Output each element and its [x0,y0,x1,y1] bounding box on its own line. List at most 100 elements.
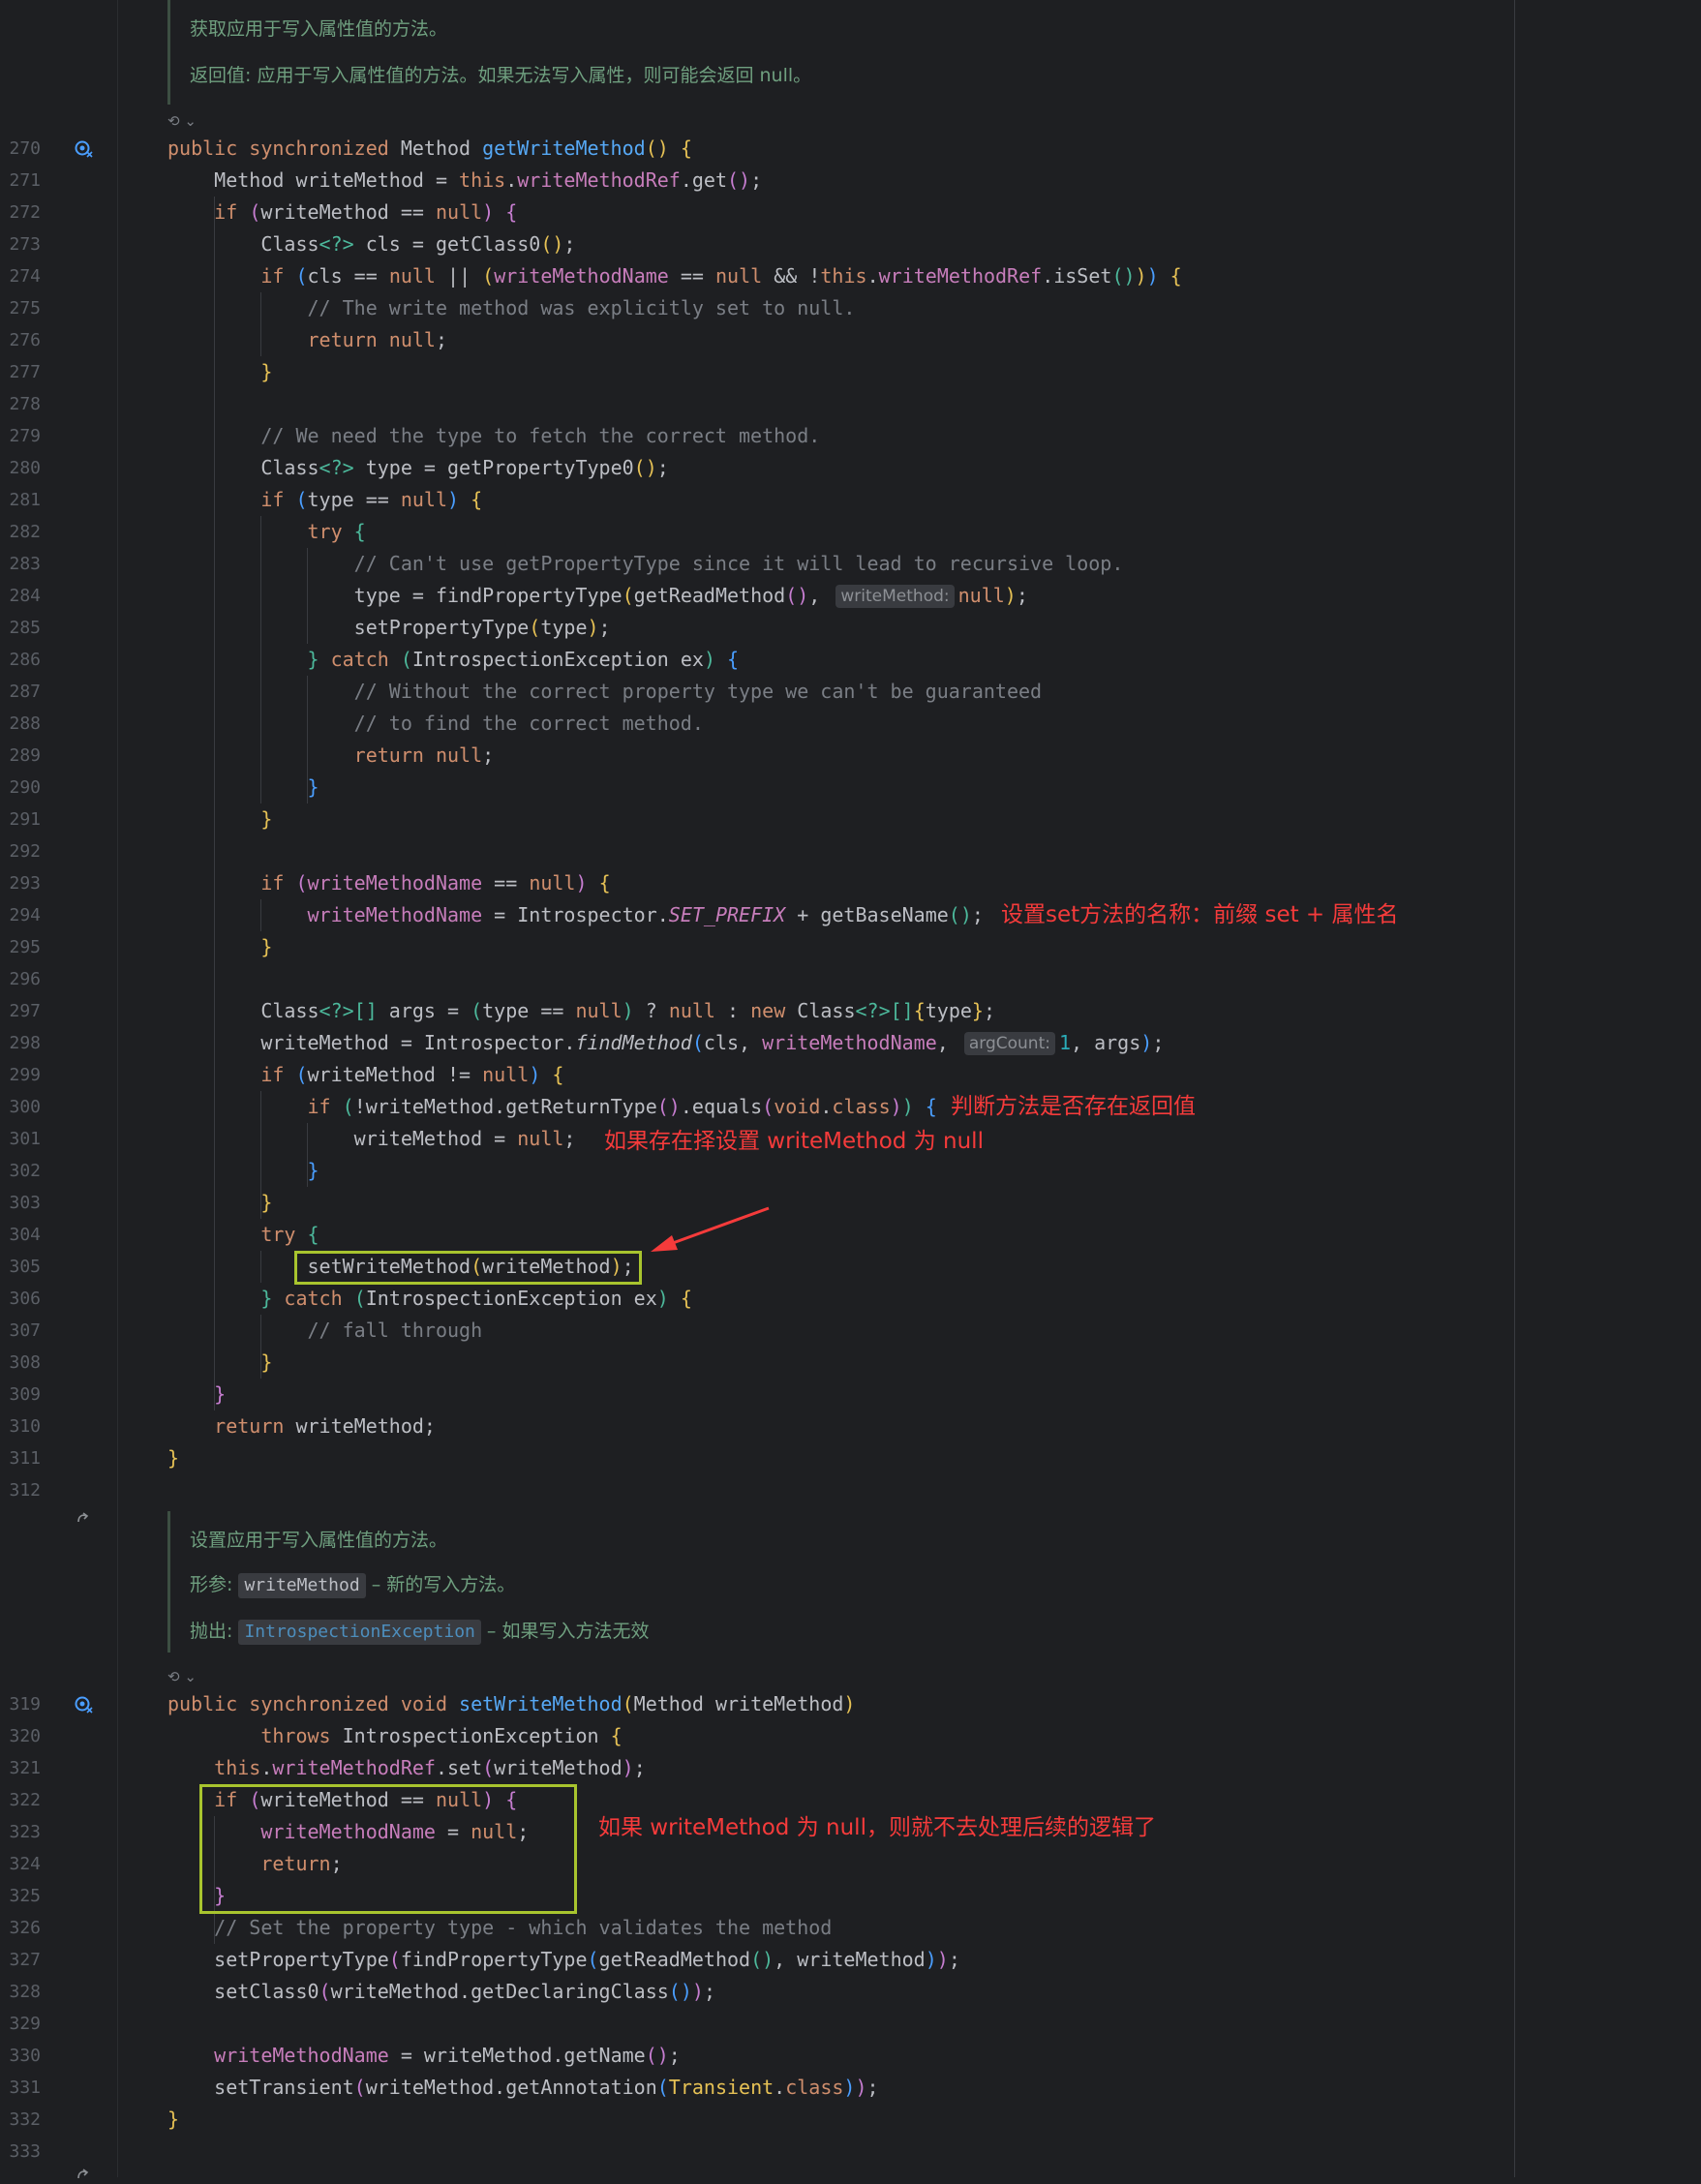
line-number: 326 [9,1918,41,1938]
doc-throws-link[interactable]: IntrospectionException [238,1620,481,1645]
code-line-290[interactable]: } [167,772,319,804]
line-number: 327 [9,1950,41,1970]
code-line-275[interactable]: // The write method was explicitly set t… [167,292,856,324]
code-line-295[interactable]: } [167,931,272,963]
code-line-271[interactable]: Method writeMethod = this.writeMethodRef… [167,165,762,197]
code-line-277[interactable]: } [167,356,272,388]
code-line-326[interactable]: // Set the property type - which validat… [167,1912,832,1944]
code-line-303[interactable]: } [167,1187,272,1219]
line-number: 278 [9,394,41,414]
code-line-308[interactable]: } [167,1347,272,1379]
annotation-set-null: 如果存在择设置 writeMethod 为 null [604,1129,984,1154]
code-line-330[interactable]: writeMethodName = writeMethod.getName(); [167,2040,681,2072]
code-line-270[interactable]: public synchronized Method getWriteMetho… [167,133,692,165]
line-number: 275 [9,298,41,318]
line-number: 312 [9,1480,41,1501]
doc-toggle-icon[interactable]: ⟲ ⌄ [167,111,197,131]
line-number: 301 [9,1129,41,1149]
line-number: 281 [9,490,41,510]
code-line-288[interactable]: // to find the correct method. [167,708,704,740]
code-line-307[interactable]: // fall through [167,1315,483,1347]
code-line-284[interactable]: type = findPropertyType(getReadMethod(),… [167,580,1028,612]
code-line-299[interactable]: if (writeMethod != null) { [167,1059,563,1091]
bookmark-icon[interactable] [74,2165,93,2184]
doc-param: 形参: writeMethod – 新的写入方法。 [190,1571,515,1598]
code-line-332[interactable]: } [167,2104,179,2136]
code-line-320[interactable]: throws IntrospectionException { [167,1720,622,1752]
line-number: 271 [9,170,41,191]
doc-comment-bar [167,0,170,105]
line-number: 331 [9,2078,41,2098]
line-number: 328 [9,1982,41,2002]
code-line-310[interactable]: return writeMethod; [167,1410,436,1442]
code-line-301[interactable]: writeMethod = null; [167,1123,576,1155]
code-line-302[interactable]: } [167,1155,319,1187]
line-number: 305 [9,1257,41,1277]
line-number: 290 [9,777,41,798]
overrides-method-icon[interactable] [74,1695,93,1714]
code-line-331[interactable]: setTransient(writeMethod.getAnnotation(T… [167,2072,878,2104]
code-line-293[interactable]: if (writeMethodName == null) { [167,867,610,899]
line-number: 273 [9,234,41,255]
code-line-281[interactable]: if (type == null) { [167,484,482,516]
line-number: 287 [9,682,41,702]
code-line-279[interactable]: // We need the type to fetch the correct… [167,420,820,452]
code-line-289[interactable]: return null; [167,740,495,772]
line-number: 306 [9,1289,41,1309]
line-number: 311 [9,1448,41,1469]
bookmark-icon[interactable] [74,1508,93,1528]
line-number: 274 [9,266,41,287]
code-line-309[interactable]: } [167,1379,226,1410]
code-line-276[interactable]: return null; [167,324,448,356]
highlight-box-set-write-method [294,1251,642,1285]
line-number: 296 [9,969,41,989]
doc-toggle-icon[interactable]: ⟲ ⌄ [167,1667,197,1686]
code-line-321[interactable]: this.writeMethodRef.set(writeMethod); [167,1752,646,1784]
code-line-306[interactable]: } catch (IntrospectionException ex) { [167,1283,692,1315]
doc-param-label: 形参: [190,1574,233,1595]
code-line-327[interactable]: setPropertyType(findPropertyType(getRead… [167,1944,960,1976]
code-line-280[interactable]: Class<?> type = getPropertyType0(); [167,452,668,484]
line-number: 295 [9,937,41,957]
code-line-272[interactable]: if (writeMethod == null) { [167,197,517,228]
code-line-294[interactable]: writeMethodName = Introspector.SET_PREFI… [167,899,984,931]
line-number: 293 [9,873,41,894]
code-line-297[interactable]: Class<?>[] args = (type == null) ? null … [167,995,995,1027]
annotation-return-check: 判断方法是否存在返回值 [951,1094,1196,1119]
code-line-328[interactable]: setClass0(writeMethod.getDeclaringClass(… [167,1976,715,2008]
code-line-319[interactable]: public synchronized void setWriteMethod(… [167,1688,855,1720]
line-number: 285 [9,618,41,638]
doc-param-desc: – 新的写入方法。 [371,1574,516,1595]
code-line-304[interactable]: try { [167,1219,319,1251]
line-number: 297 [9,1001,41,1021]
code-line-298[interactable]: writeMethod = Introspector.findMethod(cl… [167,1027,1164,1059]
code-editor[interactable]: 获取应用于写入属性值的方法。 返回值: 应用于写入属性值的方法。如果无法写入属性… [0,0,1701,2179]
line-number: 332 [9,2109,41,2130]
line-number: 279 [9,426,41,446]
code-line-282[interactable]: try { [167,516,366,548]
line-number: 330 [9,2046,41,2066]
code-line-300[interactable]: if (!writeMethod.getReturnType().equals(… [167,1091,937,1123]
code-line-283[interactable]: // Can't use getPropertyType since it wi… [167,548,1124,580]
line-number: 323 [9,1822,41,1842]
line-number: 289 [9,745,41,766]
gutter-divider [117,0,118,2177]
line-number: 299 [9,1065,41,1085]
code-line-291[interactable]: } [167,804,272,835]
code-line-273[interactable]: Class<?> cls = getClass0(); [167,228,575,260]
code-line-285[interactable]: setPropertyType(type); [167,612,611,644]
code-line-286[interactable]: } catch (IntrospectionException ex) { [167,644,740,676]
doc-summary: 设置应用于写入属性值的方法。 [190,1530,448,1551]
line-number: 291 [9,809,41,830]
overrides-method-icon[interactable] [74,139,93,159]
line-number: 302 [9,1161,41,1181]
line-number: 300 [9,1097,41,1117]
doc-comment-bar [167,1511,170,1653]
annotation-set-prefix: 设置set方法的名称：前缀 set + 属性名 [1001,902,1399,927]
code-line-274[interactable]: if (cls == null || (writeMethodName == n… [167,260,1181,292]
doc-returns: 返回值: 应用于写入属性值的方法。如果无法写入属性，则可能会返回 null。 [190,65,812,86]
line-number: 307 [9,1320,41,1341]
code-line-287[interactable]: // Without the correct property type we … [167,676,1042,708]
code-line-311[interactable]: } [167,1442,179,1474]
line-number: 288 [9,713,41,734]
